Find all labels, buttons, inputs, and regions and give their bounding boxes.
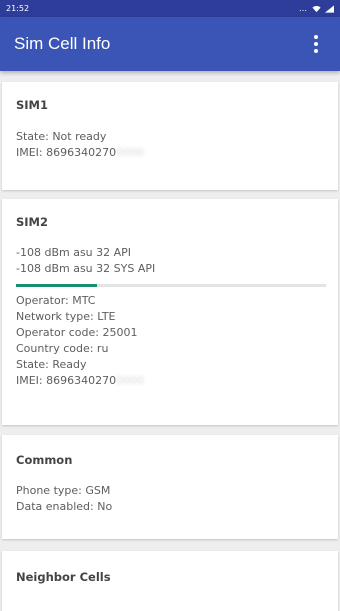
sim2-title: SIM2 bbox=[16, 215, 49, 229]
status-icons: … bbox=[299, 4, 334, 13]
sim1-card: SIM1 State: Not ready IMEI: 869634027000… bbox=[2, 82, 338, 190]
common-data-enabled: Data enabled: No bbox=[16, 500, 113, 513]
signal-icon bbox=[325, 4, 334, 13]
common-title: Common bbox=[16, 453, 73, 467]
more-vert-icon[interactable] bbox=[306, 32, 326, 56]
more-dots-icon: … bbox=[299, 4, 308, 13]
sim2-card: SIM2 -108 dBm asu 32 API -108 dBm asu 32… bbox=[2, 199, 338, 425]
common-phone-type: Phone type: GSM bbox=[16, 484, 111, 497]
sim2-network-type: Network type: LTE bbox=[16, 310, 116, 323]
sim2-signal-api: -108 dBm asu 32 API bbox=[16, 246, 132, 259]
app-bar: Sim Cell Info bbox=[0, 17, 340, 71]
sim2-imei: IMEI: 86963402700000 bbox=[16, 373, 324, 389]
sim2-operator: Operator: MTC bbox=[16, 294, 96, 307]
sim1-imei: IMEI: 86963402700000 bbox=[16, 145, 324, 161]
wifi-icon bbox=[312, 5, 321, 12]
sim2-country-code: Country code: ru bbox=[16, 342, 109, 355]
sim1-state: State: Not ready bbox=[16, 130, 107, 143]
neighbor-cells-card: Neighbor Cells bbox=[2, 551, 338, 611]
neighbor-cells-title: Neighbor Cells bbox=[16, 570, 111, 584]
common-card: Common Phone type: GSM Data enabled: No bbox=[2, 435, 338, 539]
sim2-state: State: Ready bbox=[16, 358, 87, 371]
sim1-imei-text: IMEI: 8696340270 bbox=[16, 146, 117, 159]
signal-strength-fill bbox=[16, 284, 97, 287]
status-time: 21:52 bbox=[6, 4, 30, 13]
sim2-signal-sys-api: -108 dBm asu 32 SYS API bbox=[16, 262, 156, 275]
status-bar: 21:52 … bbox=[0, 0, 340, 17]
app-title: Sim Cell Info bbox=[14, 34, 111, 53]
sim1-title: SIM1 bbox=[16, 98, 49, 112]
sim2-imei-text: IMEI: 8696340270 bbox=[16, 374, 117, 387]
signal-strength-bar bbox=[16, 284, 326, 287]
sim2-imei-redacted: 0000 bbox=[116, 374, 145, 387]
sim1-imei-redacted: 0000 bbox=[116, 146, 145, 159]
sim2-operator-code: Operator code: 25001 bbox=[16, 326, 138, 339]
